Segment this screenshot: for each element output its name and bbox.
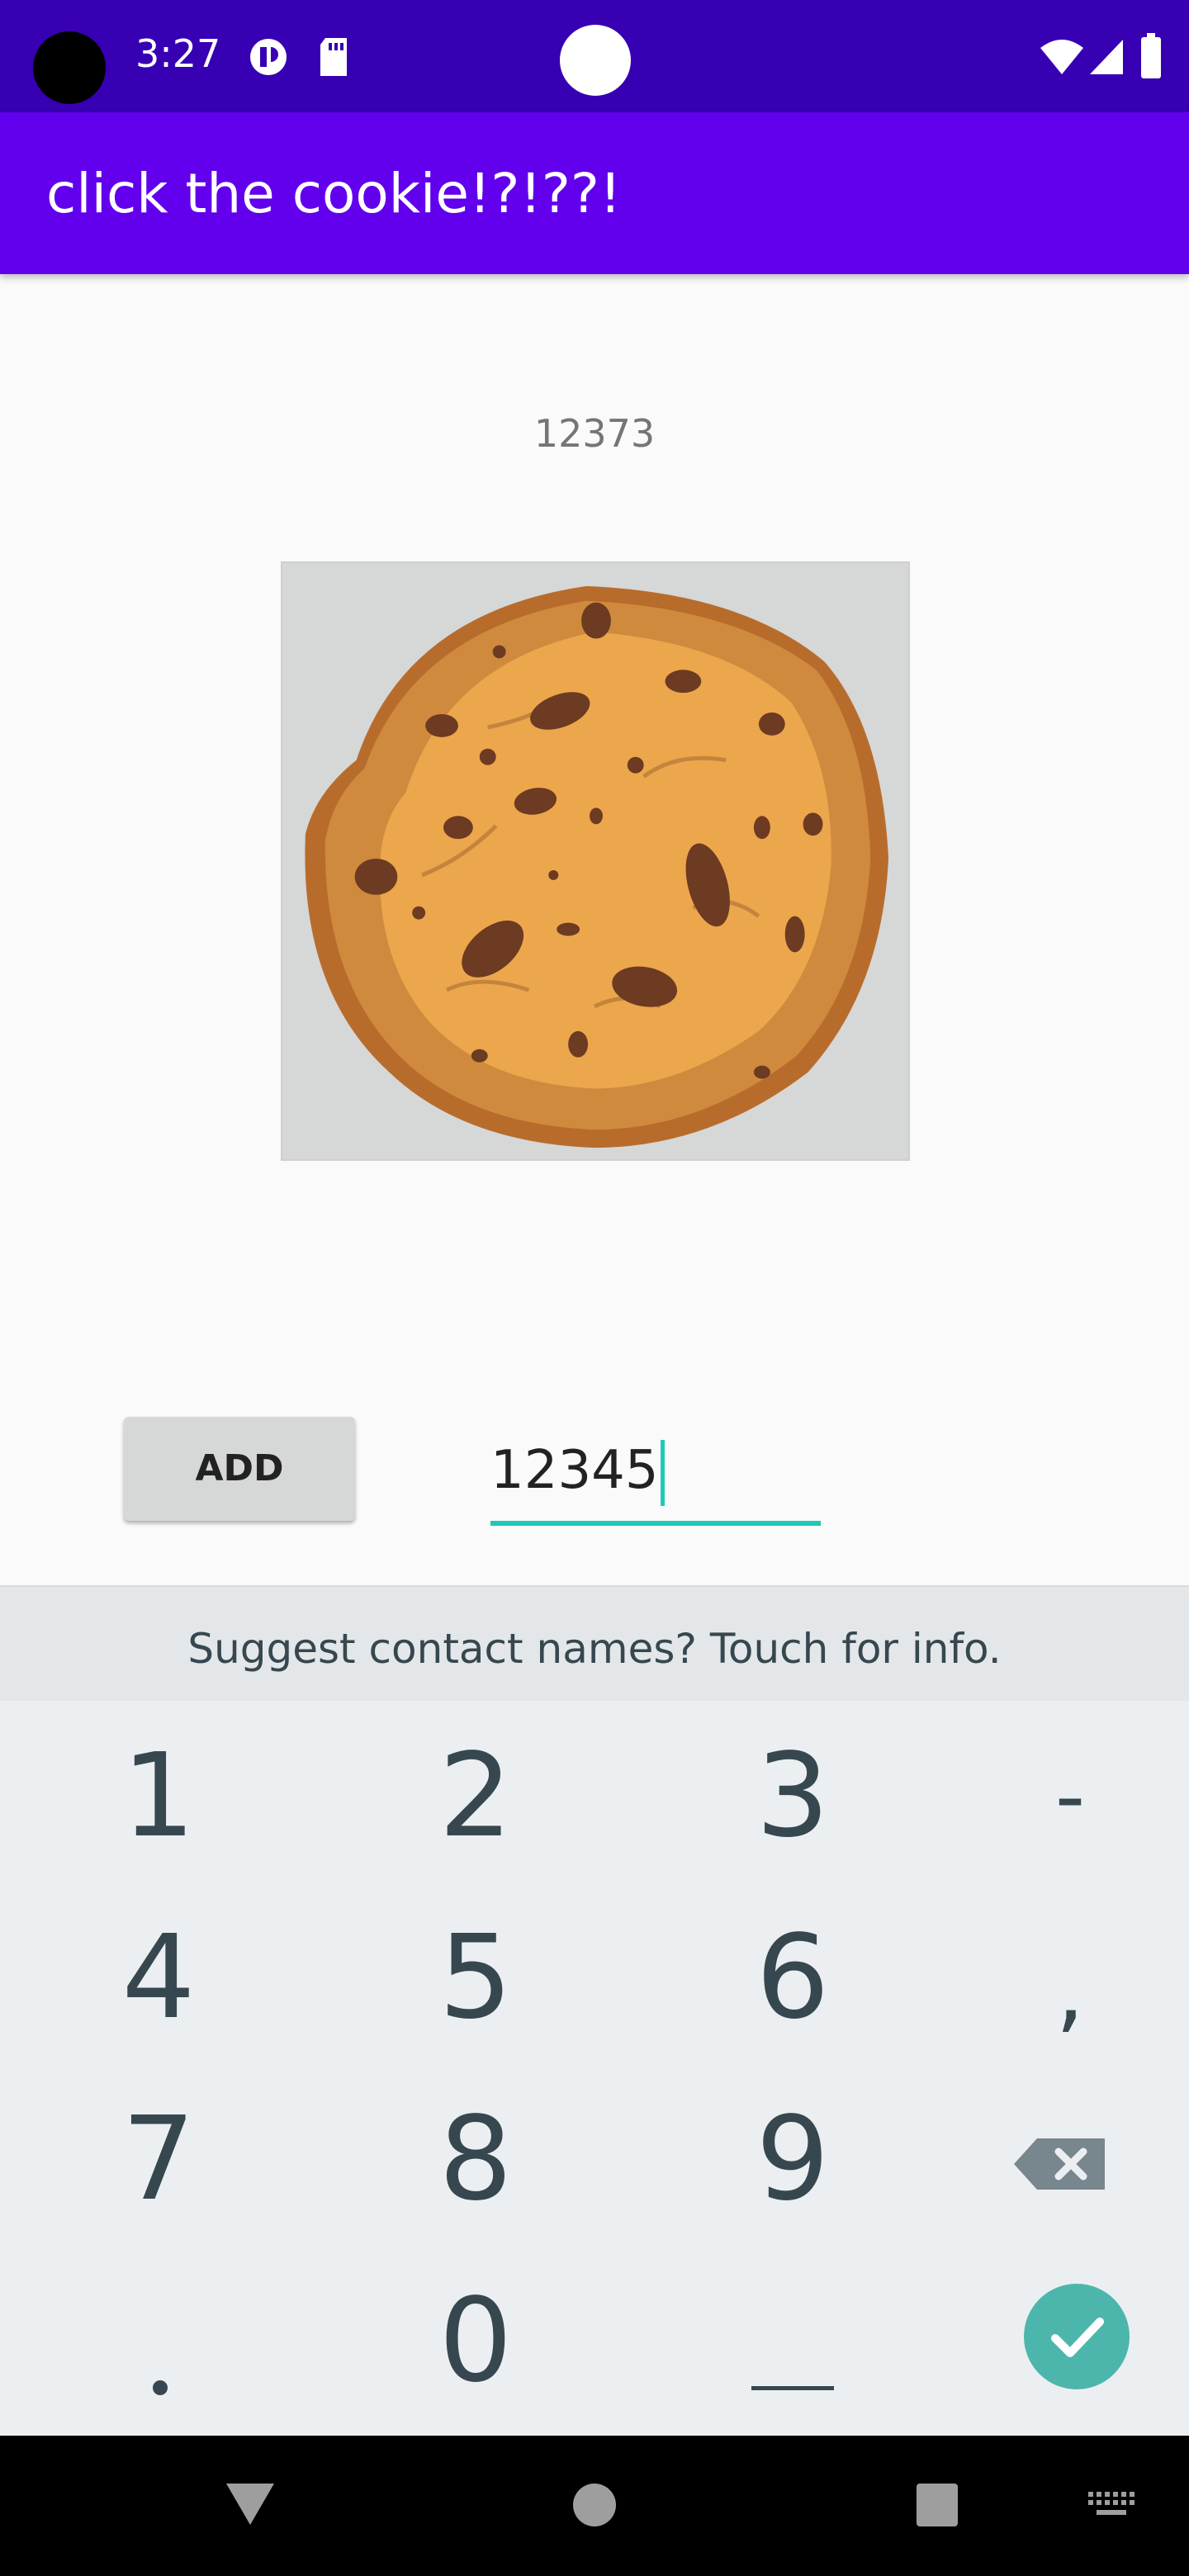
text-cursor: [660, 1440, 665, 1507]
home-icon[interactable]: [571, 2482, 618, 2528]
status-bar: 3:27: [0, 0, 1189, 112]
check-icon: [1051, 2318, 1104, 2357]
key-comma[interactable]: ,: [921, 1899, 1189, 2081]
keyboard-switch-icon[interactable]: [1087, 2490, 1135, 2523]
recents-icon[interactable]: [915, 2482, 959, 2528]
key-7[interactable]: 7: [10, 2069, 307, 2251]
key-1[interactable]: 1: [10, 1706, 307, 1887]
key-8[interactable]: 8: [327, 2069, 624, 2251]
space-key[interactable]: [644, 2251, 941, 2432]
done-key[interactable]: [1024, 2284, 1130, 2389]
key-9[interactable]: 9: [644, 2069, 941, 2251]
cell-signal-icon: [1090, 40, 1123, 74]
key-0[interactable]: 0: [327, 2251, 624, 2432]
backspace-icon: [1014, 2138, 1105, 2190]
number-input-value: 12345: [490, 1440, 659, 1501]
key-3[interactable]: 3: [644, 1706, 941, 1887]
sd-card-icon: [320, 38, 347, 76]
cookie-counter: 12373: [533, 411, 656, 456]
number-input[interactable]: 12345: [490, 1423, 821, 1526]
key-2[interactable]: 2: [327, 1706, 624, 1887]
space-icon: [751, 2386, 834, 2390]
period-icon: [153, 2380, 168, 2395]
wifi-icon: [1040, 40, 1083, 74]
suggestion-strip[interactable]: Suggest contact names? Touch for info.: [0, 1585, 1189, 1701]
app-bar: click the cookie!?!??!: [0, 112, 1189, 274]
battery-icon: [1141, 33, 1161, 78]
cookie-image: [305, 585, 889, 1148]
key-period[interactable]: [10, 2251, 307, 2432]
key-5[interactable]: 5: [327, 1887, 624, 2069]
front-camera-dot: [560, 25, 631, 96]
numeric-keyboard: Suggest contact names? Touch for info. 1…: [0, 1585, 1189, 2436]
cookie-image-button[interactable]: [281, 561, 910, 1161]
add-button[interactable]: ADD: [124, 1417, 355, 1521]
key-4[interactable]: 4: [10, 1887, 307, 2069]
backspace-key[interactable]: [983, 2110, 1156, 2218]
notification-circle-icon: [250, 39, 287, 75]
key-minus[interactable]: -: [921, 1706, 1189, 1887]
status-time: 3:27: [135, 31, 221, 76]
back-icon[interactable]: [223, 2479, 277, 2528]
key-6[interactable]: 6: [644, 1887, 941, 2069]
suggestion-text: Suggest contact names? Touch for info.: [187, 1625, 1002, 1673]
navigation-bar: [0, 2436, 1189, 2576]
camera-hole: [33, 31, 106, 104]
app-title: click the cookie!?!??!: [46, 162, 622, 225]
